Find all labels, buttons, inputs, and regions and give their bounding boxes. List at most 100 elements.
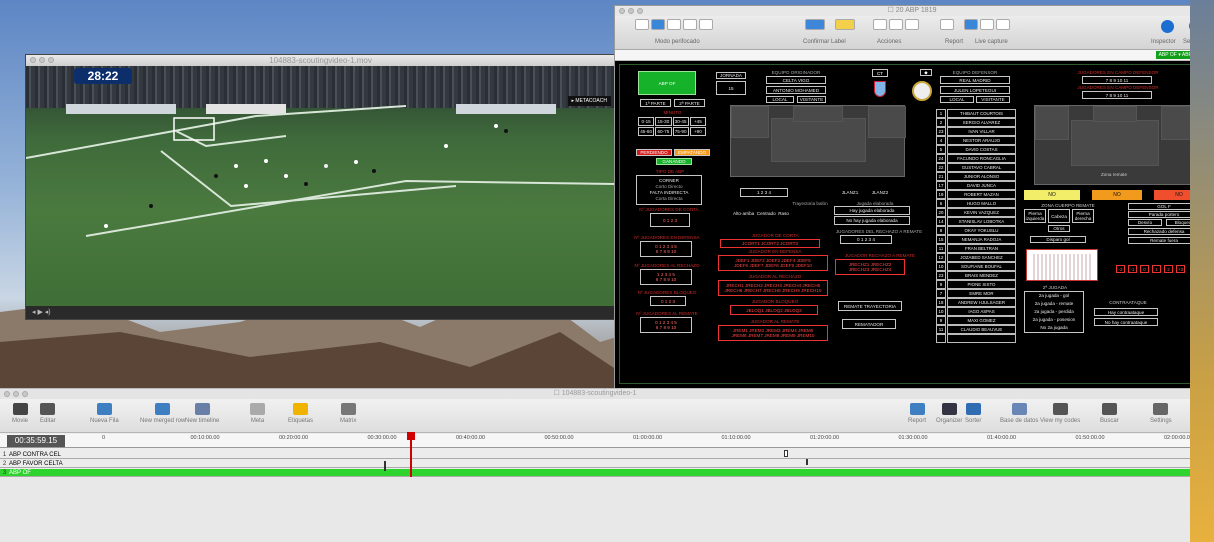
corta-count-options[interactable]: 0 1 2 3 [650, 213, 690, 227]
player-row[interactable]: 9 MAXI GOMEZ [936, 316, 1016, 325]
penalty-area-zone[interactable] [771, 118, 866, 162]
toolbar-tool[interactable]: Meta [250, 403, 265, 424]
def-row-2[interactable]: 6 7 8 9 10 [656, 249, 676, 254]
row-label[interactable]: ABP FAVOR CELTA [9, 461, 63, 467]
block-count-options[interactable]: 0 1 2 3 [650, 296, 686, 306]
player-name[interactable]: SOUFIANE BOUFAL [947, 262, 1016, 271]
toolbar-tool[interactable]: New merged row [140, 403, 185, 424]
panel-titlebar[interactable]: ☐ 20 ABP 1819 [615, 6, 1209, 16]
player-row[interactable]: 14 STANISLAV LOBOTKA [936, 217, 1016, 226]
player-name[interactable]: DAVID COSTAS [947, 145, 1016, 154]
toolbar-tool[interactable]: Base de datos [1000, 403, 1038, 424]
player-row[interactable]: 11 CLAUDIO BEAUVUE [936, 325, 1016, 334]
panel-tag-bar[interactable]: ABP OF ▾ ABP OF ▴ [615, 50, 1209, 61]
launcher-2[interactable]: JLANZ2 [865, 188, 895, 197]
player-list[interactable]: 1 THIBAUT COURTOIS 2 SERGIO ALVAREZ 23 IVAN V… [936, 109, 1016, 343]
rival-team[interactable]: REAL MADRID [940, 76, 1010, 84]
player-row[interactable]: 7 EMRE MOR [936, 289, 1016, 298]
player-row[interactable]: 23 BRAIS MENDEZ [936, 271, 1016, 280]
toolbar-tool[interactable]: Matrix [340, 403, 356, 424]
player-row[interactable]: 21 JUNIOR ALONSO [936, 172, 1016, 181]
corner-zone-left[interactable] [731, 106, 769, 138]
minute-option[interactable]: +45 [689, 117, 706, 126]
player-name[interactable]: NEMANJA RADOJA [947, 235, 1016, 244]
player-name[interactable]: CLAUDIO BEAUVUE [947, 325, 1016, 334]
toolbar-tool[interactable]: Editar [40, 403, 56, 424]
minute-option[interactable]: 15-30 [655, 117, 672, 126]
player-row[interactable]: 10 SOUFIANE BOUFAL [936, 262, 1016, 271]
corta-option[interactable]: Corta [655, 196, 666, 201]
mode-buttons[interactable] [635, 19, 713, 30]
window-controls[interactable] [4, 391, 28, 397]
player-row[interactable]: 11 FRAN BELTRAN [936, 244, 1016, 253]
player-name[interactable]: NESTOR ARAUJO [947, 136, 1016, 145]
counter-yes[interactable]: Hay contraataque [1094, 308, 1158, 316]
counter-no[interactable]: No hay contraataque [1094, 318, 1158, 326]
player-row[interactable]: 22 GUSTAVO CABRAL [936, 163, 1016, 172]
player-row[interactable]: 10 IAGO ASPAS [936, 307, 1016, 316]
winning-button[interactable]: GANANDO [656, 158, 692, 165]
option-no-2[interactable]: NO [1092, 190, 1142, 200]
timeline-row[interactable]: 1 ABP CONTRA CEL [0, 451, 1190, 459]
minute-option[interactable]: 30-45 [672, 117, 689, 126]
timeline-ruler[interactable]: 00:35:59.15 0 00:10:00.00 00:20:00.00 00:30… [0, 434, 1193, 448]
player-name[interactable]: KEVIN VAZQUEZ [947, 208, 1016, 217]
shot-zone-pitch[interactable]: Zona remate [1034, 105, 1195, 185]
visitante-button[interactable]: VISITANTE [797, 96, 826, 103]
minimize-button[interactable] [628, 8, 634, 14]
minimize-button[interactable] [13, 391, 19, 397]
local-button[interactable]: LOCAL [766, 96, 794, 103]
instance-marker[interactable] [806, 459, 808, 465]
defense-player-options[interactable]: JDEF1 JDEF2 JDEF3 JDEF4 JDEF5 JDEF6 JDEF7… [718, 255, 828, 271]
directa-option[interactable]: Directa [668, 196, 683, 201]
trajectory-options[interactable]: Alto·arriba Centrado Raso [720, 208, 802, 218]
player-row[interactable]: 15 NEMANJA RADOJA [936, 235, 1016, 244]
report-buttons[interactable] [940, 19, 1010, 30]
toolbar-tool[interactable]: Settings [1150, 403, 1172, 424]
losing-button[interactable]: PERDIENDO [636, 149, 672, 156]
second-play-shot[interactable]: 2a jugada - remate [1035, 300, 1074, 308]
toolbar-tool[interactable]: New timeline [185, 403, 219, 424]
team-field[interactable]: CELTA VIGO [766, 76, 826, 84]
minute-grid[interactable]: 0-15 15-30 30-45 +45 45-60 60-75 75-90 +… [638, 117, 706, 136]
corner-zone-right[interactable] [868, 106, 906, 138]
player-name[interactable]: EMRE MOR [947, 289, 1016, 298]
player-name[interactable]: GUSTAVO CABRAL [947, 163, 1016, 172]
corto-option[interactable]: Corto [655, 184, 666, 189]
toolbar-tool[interactable]: Buscar [1100, 403, 1119, 424]
player-row[interactable]: 8 OKAY YOKUSLU [936, 226, 1016, 235]
player-name[interactable]: OKAY YOKUSLU [947, 226, 1016, 235]
minute-option[interactable]: +90 [689, 127, 706, 136]
action-buttons[interactable] [873, 19, 919, 30]
player-name[interactable]: ROBERT MAZAN [947, 190, 1016, 199]
rating-option[interactable]: -2 [1116, 265, 1125, 273]
rebound-count-options[interactable]: 1 2 3 4 56 7 8 9 10 [640, 269, 692, 285]
zoom-button[interactable] [637, 8, 643, 14]
minute-option[interactable]: 45-60 [638, 127, 655, 136]
launch-zone-options[interactable]: 1 2 3 4 [740, 188, 788, 197]
rechazo-options[interactable]: 0 1 2 3 4 [840, 235, 892, 244]
toolbar-tool[interactable]: Organizer [936, 403, 962, 424]
video-frame[interactable]: 28:22 ▸ METACOACH [26, 66, 615, 308]
directo-option[interactable]: Directo [668, 184, 683, 189]
minute-option[interactable]: 75-90 [672, 127, 689, 136]
player-name[interactable]: ANDREW HJULSAGER [947, 298, 1016, 307]
other-button[interactable]: Otros [1048, 225, 1070, 232]
row-label[interactable]: ABP OF [9, 470, 31, 476]
row-label[interactable]: ABP CONTRA CEL [9, 452, 61, 458]
player-row[interactable]: 20 KEVIN VAZQUEZ [936, 208, 1016, 217]
confirm-icon[interactable] [805, 19, 825, 30]
minimize-button[interactable] [39, 57, 45, 63]
stop-icon[interactable] [683, 19, 697, 30]
player-name[interactable]: HUGO MALLO [947, 199, 1016, 208]
shot-count-options[interactable]: 0 1 2 3 4 56 7 8 9 10 [640, 317, 692, 333]
toolbar-tool[interactable]: Etiquetas [288, 403, 313, 424]
second-play-possession[interactable]: 2a jugada - posesion [1033, 316, 1076, 324]
player-row[interactable]: 1 THIBAUT COURTOIS [936, 109, 1016, 118]
window-controls[interactable] [30, 57, 54, 63]
video-window[interactable]: 104883-scoutingvideo-1.mov 28:22 ▸ METAC… [25, 54, 616, 320]
second-play-loss[interactable]: 2a jugada - perdida [1034, 308, 1074, 316]
player-row[interactable] [936, 334, 1016, 343]
player-row[interactable]: 6 HUGO MALLO [936, 199, 1016, 208]
remat-row-2[interactable]: 6 7 8 9 10 [656, 325, 676, 330]
